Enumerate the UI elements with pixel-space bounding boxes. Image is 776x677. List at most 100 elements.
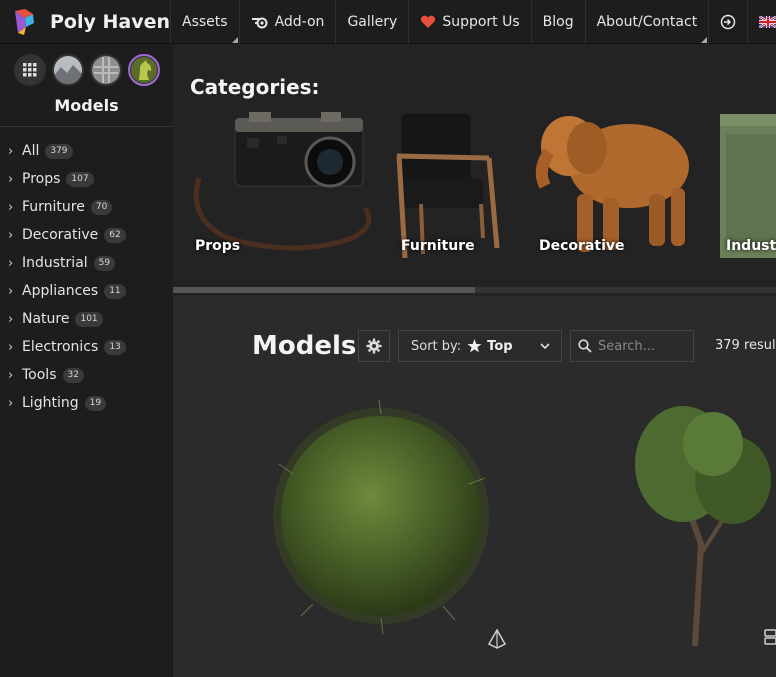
- electrical-cabinet-thumbnail: [720, 114, 776, 258]
- model-grid-item[interactable]: [613, 384, 776, 664]
- language-selector[interactable]: [747, 0, 776, 44]
- category-label: Tools: [22, 367, 57, 383]
- category-card-label: Industrial: [726, 238, 776, 254]
- category-item-furniture[interactable]: › Furniture 70: [0, 193, 173, 221]
- category-count-badge: 101: [75, 311, 103, 327]
- sidebar-divider: [0, 126, 173, 127]
- category-label: All: [22, 143, 40, 159]
- category-count-badge: 62: [104, 227, 126, 243]
- search-input[interactable]: [598, 338, 690, 354]
- nav-about-contact[interactable]: About/Contact: [584, 0, 709, 44]
- category-item-electronics[interactable]: › Electronics 13: [0, 333, 173, 361]
- heart-icon: [420, 15, 436, 29]
- blender-icon: [251, 15, 269, 29]
- hdris-button[interactable]: [51, 54, 84, 86]
- sort-dropdown[interactable]: Sort by: Top: [398, 330, 562, 362]
- category-count-badge: 11: [104, 283, 126, 299]
- nav-blog-label: Blog: [542, 13, 574, 30]
- nav-blog[interactable]: Blog: [530, 0, 585, 44]
- chevron-right-icon: ›: [8, 199, 14, 215]
- nav-gallery[interactable]: Gallery: [335, 0, 408, 44]
- camera-thumbnail: [193, 112, 372, 251]
- category-label: Industrial: [22, 255, 88, 271]
- category-item-nature[interactable]: › Nature 101: [0, 305, 173, 333]
- category-item-decorative[interactable]: › Decorative 62: [0, 221, 173, 249]
- models-button[interactable]: [127, 54, 160, 86]
- category-card-industrial[interactable]: Industrial: [718, 108, 776, 258]
- poly-haven-logo-icon: [15, 8, 34, 35]
- uk-flag-icon: [759, 15, 776, 28]
- category-item-lighting[interactable]: › Lighting 19: [0, 389, 173, 417]
- armchair-thumbnail: [396, 114, 500, 259]
- carousel-scrollbar-thumb[interactable]: [173, 287, 475, 293]
- model-grid-item[interactable]: [253, 384, 506, 664]
- chevron-right-icon: ›: [8, 283, 14, 299]
- category-item-all[interactable]: › All 379: [0, 137, 173, 165]
- category-item-appliances[interactable]: › Appliances 11: [0, 277, 173, 305]
- category-label: Nature: [22, 311, 70, 327]
- sort-value: Top: [487, 338, 513, 354]
- sidebar-title: Models: [54, 96, 119, 115]
- category-item-props[interactable]: › Props 107: [0, 165, 173, 193]
- top-navbar: Poly Haven Assets Add-on Gallery Support…: [0, 0, 776, 44]
- elephant-thumbnail: [535, 116, 689, 252]
- category-card-furniture[interactable]: Furniture: [393, 108, 511, 259]
- search-icon: [578, 339, 592, 353]
- sidebar: Models › All 379 › Props 107 › Furniture 70 › D…: [0, 44, 173, 677]
- brand[interactable]: Poly Haven: [0, 0, 170, 44]
- category-count-badge: 379: [45, 143, 73, 159]
- category-card-decorative[interactable]: Decorative: [531, 108, 696, 258]
- category-label: Lighting: [22, 395, 79, 411]
- chevron-right-icon: ›: [8, 339, 14, 355]
- search-box: [570, 330, 694, 362]
- category-count-badge: 19: [84, 395, 107, 411]
- chevron-right-icon: ›: [8, 311, 14, 327]
- hdri-landscape-icon: [53, 56, 82, 84]
- models-toolbar: Models Sort by: Top 379 results: [173, 329, 776, 363]
- category-card-label: Furniture: [401, 238, 475, 254]
- settings-button[interactable]: [358, 330, 390, 362]
- nav-assets-label: Assets: [182, 13, 228, 30]
- textures-button[interactable]: [89, 54, 122, 86]
- horse-head-icon: [130, 57, 157, 83]
- texture-sphere-icon: [91, 56, 120, 84]
- chevron-right-icon: ›: [8, 255, 14, 271]
- category-label: Props: [22, 171, 61, 187]
- login-icon: [720, 14, 736, 29]
- star-icon: [467, 339, 482, 353]
- dropdown-corner-icon: [701, 36, 708, 43]
- category-item-industrial[interactable]: › Industrial 59: [0, 249, 173, 277]
- category-item-tools[interactable]: › Tools 32: [0, 361, 173, 389]
- category-card-label: Decorative: [539, 238, 625, 254]
- all-assets-button[interactable]: [13, 54, 46, 86]
- categories-title: Categories:: [190, 75, 320, 99]
- nav-support-label: Support Us: [442, 13, 520, 30]
- chevron-right-icon: ›: [8, 143, 14, 159]
- login-button[interactable]: [708, 0, 747, 44]
- nav-assets[interactable]: Assets: [170, 0, 239, 44]
- grass-ball-thumbnail: [273, 399, 489, 635]
- category-label: Appliances: [22, 283, 99, 299]
- nav-support-us[interactable]: Support Us: [408, 0, 530, 44]
- model-3d-icon: [488, 629, 506, 649]
- model-card-icon: [764, 629, 776, 645]
- category-count-badge: 107: [66, 171, 94, 187]
- category-card-props[interactable]: Props: [187, 108, 373, 258]
- chevron-right-icon: ›: [8, 395, 14, 411]
- tree-thumbnail: [635, 406, 771, 647]
- nav-gallery-label: Gallery: [347, 13, 398, 30]
- nav-addon-label: Add-on: [274, 13, 325, 30]
- gear-icon: [366, 338, 382, 354]
- main-nav: Assets Add-on Gallery Support Us Blog Ab…: [170, 0, 776, 44]
- category-count-badge: 32: [62, 367, 84, 383]
- chevron-right-icon: ›: [8, 171, 14, 187]
- chevron-right-icon: ›: [8, 227, 14, 243]
- nav-addon[interactable]: Add-on: [238, 0, 336, 44]
- carousel-scrollbar[interactable]: [173, 287, 776, 293]
- chevron-down-icon: [540, 343, 550, 350]
- brand-name: Poly Haven: [50, 10, 171, 33]
- grid-icon: [22, 63, 36, 77]
- category-label: Decorative: [22, 227, 99, 243]
- category-card-label: Props: [195, 238, 241, 254]
- nav-about-label: About/Contact: [596, 13, 698, 30]
